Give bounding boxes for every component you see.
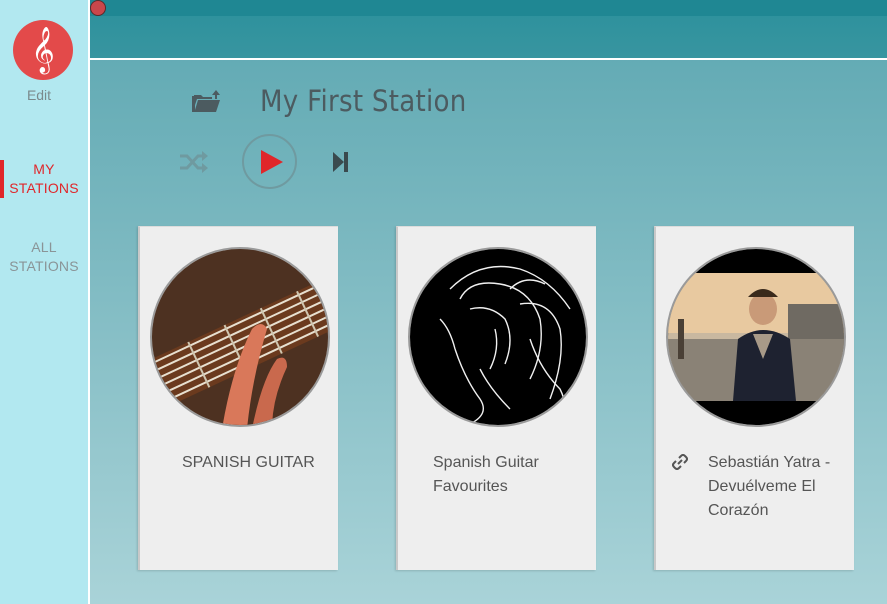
nav-my-stations[interactable]: MY STATIONS — [0, 160, 88, 198]
station-title: My First Station — [260, 84, 467, 118]
skip-next-icon[interactable] — [332, 151, 350, 173]
nav-all-stations-label-2: STATIONS — [9, 258, 79, 274]
shuffle-icon[interactable] — [178, 150, 208, 174]
station-card[interactable]: Sebastián Yatra - Devuélveme El Corazón — [654, 226, 854, 570]
play-icon — [261, 150, 283, 174]
edit-link[interactable]: Edit — [0, 87, 78, 103]
top-strip — [90, 0, 887, 16]
card-title: Spanish Guitar Favourites — [433, 454, 539, 495]
nav-my-stations-label-2: STATIONS — [9, 180, 79, 196]
sidebar: 𝄞 Edit MY STATIONS ALL STATIONS — [0, 0, 88, 604]
card-title: SPANISH GUITAR — [182, 454, 315, 471]
station-card[interactable]: Spanish Guitar Favourites — [396, 226, 596, 570]
nav-all-stations-label-1: ALL — [31, 239, 57, 255]
folder-upload-icon[interactable] — [190, 88, 222, 116]
card-title: Sebastián Yatra - Devuélveme El Corazón — [708, 454, 831, 519]
treble-clef-icon[interactable]: 𝄞 — [13, 20, 73, 80]
top-bar — [90, 0, 887, 60]
guitar-image — [150, 247, 330, 427]
horse-sketch-image — [408, 247, 588, 427]
music-video-thumbnail — [666, 247, 846, 427]
main-panel: My First Station SPANISH GUITAR Spanish … — [90, 0, 887, 604]
nav-all-stations[interactable]: ALL STATIONS — [0, 238, 88, 276]
nav-my-stations-label-1: MY — [33, 161, 55, 177]
record-indicator — [90, 0, 106, 16]
link-icon[interactable] — [672, 454, 688, 470]
station-card[interactable]: SPANISH GUITAR — [138, 226, 338, 570]
play-button[interactable] — [242, 134, 297, 189]
